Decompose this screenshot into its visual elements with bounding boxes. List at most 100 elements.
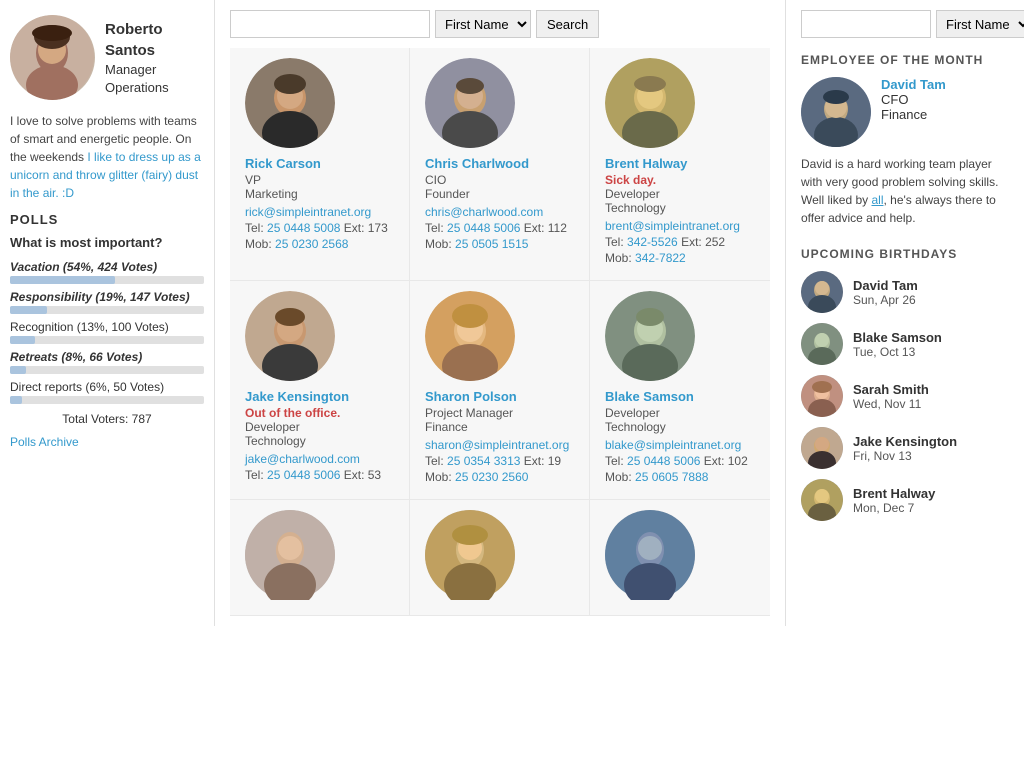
emp-photo: [245, 58, 335, 148]
right-search-bar: First Name Search: [801, 10, 1009, 38]
polls-archive-link[interactable]: Polls Archive: [10, 435, 79, 449]
emp-dept-sharon: Finance: [425, 420, 574, 434]
birthdays-title: UPCOMING BIRTHDAYS: [801, 247, 1009, 261]
profile-bio: I love to solve problems with teams of s…: [10, 112, 204, 202]
employee-card-jake-kensington: Jake Kensington Out of the office. Devel…: [230, 281, 410, 500]
poll-item: Recognition (13%, 100 Votes): [10, 320, 204, 344]
employee-card-sharon-polson: Sharon Polson Project Manager Finance sh…: [410, 281, 590, 500]
bio-link[interactable]: I like to dress up as a unicorn and thro…: [10, 150, 201, 200]
right-search-input[interactable]: [801, 10, 931, 38]
poll-bar-direct-reports: [10, 396, 22, 404]
birthday-name: Sarah Smith: [853, 382, 929, 397]
emp-dept-jake: Technology: [245, 434, 394, 448]
emp-title-jake: Developer: [245, 420, 394, 434]
emp-status-brent: Sick day.: [605, 173, 755, 187]
eom-card: David Tam CFO Finance: [801, 77, 1009, 147]
eom-title: EMPLOYEE OF THE MONTH: [801, 53, 1009, 67]
emp-tel-blake: Tel: 25 0448 5006 Ext: 102: [605, 454, 755, 468]
emp-name-brent[interactable]: Brent Halway: [605, 156, 755, 171]
employee-card-brent-halway: Brent Halway Sick day. Developer Technol…: [590, 48, 770, 281]
emp-email-brent[interactable]: brent@simpleintranet.org: [605, 219, 755, 233]
emp-photo: [605, 58, 695, 148]
emp-mob-chris: Mob: 25 0505 1515: [425, 237, 574, 251]
emp-title-chris: CIO: [425, 173, 574, 187]
emp-mob-rick: Mob: 25 0230 2568: [245, 237, 394, 251]
birthday-date: Sun, Apr 26: [853, 293, 918, 307]
poll-item: Direct reports (6%, 50 Votes): [10, 380, 204, 404]
emp-name-sharon[interactable]: Sharon Polson: [425, 389, 574, 404]
birthday-item-brent: Brent Halway Mon, Dec 7: [801, 479, 1009, 521]
eom-bio-link[interactable]: all: [871, 193, 883, 207]
search-select[interactable]: First Name: [435, 10, 531, 38]
eom-info: David Tam CFO Finance: [881, 77, 946, 147]
birthday-name: David Tam: [853, 278, 918, 293]
emp-photo-placeholder: [245, 510, 335, 600]
eom-bio: David is a hard working team player with…: [801, 155, 1009, 227]
emp-photo: [425, 58, 515, 148]
poll-bar-responsibility: [10, 306, 47, 314]
search-bar: First Name Search: [230, 10, 770, 38]
emp-dept-rick: Marketing: [245, 187, 394, 201]
emp-email-rick[interactable]: rick@simpleintranet.org: [245, 205, 394, 219]
emp-title-brent: Developer: [605, 187, 755, 201]
emp-name-blake[interactable]: Blake Samson: [605, 389, 755, 404]
right-search-select[interactable]: First Name: [936, 10, 1024, 38]
birthday-date: Tue, Oct 13: [853, 345, 942, 359]
emp-email-sharon[interactable]: sharon@simpleintranet.org: [425, 438, 574, 452]
emp-name-jake[interactable]: Jake Kensington: [245, 389, 394, 404]
emp-dept-chris: Founder: [425, 187, 574, 201]
emp-name-rick[interactable]: Rick Carson: [245, 156, 394, 171]
search-button[interactable]: Search: [536, 10, 599, 38]
poll-item: Responsibility (19%, 147 Votes): [10, 290, 204, 314]
profile-info: Roberto Santos Manager Operations: [105, 15, 204, 97]
emp-tel-jake: Tel: 25 0448 5006 Ext: 53: [245, 468, 394, 482]
emp-photo: [425, 291, 515, 381]
emp-email-blake[interactable]: blake@simpleintranet.org: [605, 438, 755, 452]
birthday-item-sarah: Sarah Smith Wed, Nov 11: [801, 375, 1009, 417]
poll-item: Vacation (54%, 424 Votes): [10, 260, 204, 284]
poll-question: What is most important?: [10, 235, 204, 250]
profile-title: Manager: [105, 61, 204, 79]
employee-card-row3-3: [590, 500, 770, 616]
right-panel: First Name Search EMPLOYEE OF THE MONTH …: [785, 0, 1024, 626]
main-content: First Name Search Rick Carson VP Marketi…: [215, 0, 785, 626]
emp-tel-chris: Tel: 25 0448 5006 Ext: 112: [425, 221, 574, 235]
birthday-item-blake: Blake Samson Tue, Oct 13: [801, 323, 1009, 365]
polls-title: POLLS: [10, 212, 204, 227]
poll-bar-vacation: [10, 276, 115, 284]
polls-section: POLLS What is most important? Vacation (…: [10, 212, 204, 449]
birthday-date: Wed, Nov 11: [853, 397, 929, 411]
birthdays-section: UPCOMING BIRTHDAYS David Tam Sun, Apr 26…: [801, 247, 1009, 521]
emp-name-chris[interactable]: Chris Charlwood: [425, 156, 574, 171]
employee-card-blake-samson: Blake Samson Developer Technology blake@…: [590, 281, 770, 500]
poll-item: Retreats (8%, 66 Votes): [10, 350, 204, 374]
emp-title-sharon: Project Manager: [425, 406, 574, 420]
birthday-date: Fri, Nov 13: [853, 449, 957, 463]
employee-card-row3-2: [410, 500, 590, 616]
eom-name: David Tam: [881, 77, 946, 92]
employee-card-chris-charlwood: Chris Charlwood CIO Founder chris@charlw…: [410, 48, 590, 281]
emp-tel-rick: Tel: 25 0448 5008 Ext: 173: [245, 221, 394, 235]
poll-bar-recognition: [10, 336, 35, 344]
birthday-date: Mon, Dec 7: [853, 501, 935, 515]
eom-role: CFO: [881, 92, 946, 107]
birthday-name: Jake Kensington: [853, 434, 957, 449]
employee-card-rick-carson: Rick Carson VP Marketing rick@simpleintr…: [230, 48, 410, 281]
sidebar: Roberto Santos Manager Operations I love…: [0, 0, 215, 626]
emp-email-chris[interactable]: chris@charlwood.com: [425, 205, 574, 219]
birthday-name: Brent Halway: [853, 486, 935, 501]
emp-mob-sharon: Mob: 25 0230 2560: [425, 470, 574, 484]
emp-email-jake[interactable]: jake@charlwood.com: [245, 452, 394, 466]
emp-tel-brent: Tel: 342-5526 Ext: 252: [605, 235, 755, 249]
emp-mob-brent: Mob: 342-7822: [605, 251, 755, 265]
profile-section: Roberto Santos Manager Operations: [10, 15, 204, 100]
employee-card-row3-1: [230, 500, 410, 616]
profile-name: Roberto Santos: [105, 19, 204, 61]
emp-title-rick: VP: [245, 173, 394, 187]
emp-photo: [605, 291, 695, 381]
search-input[interactable]: [230, 10, 430, 38]
avatar: [10, 15, 95, 100]
emp-status-jake: Out of the office.: [245, 406, 394, 420]
eom-dept: Finance: [881, 107, 946, 122]
emp-mob-blake: Mob: 25 0605 7888: [605, 470, 755, 484]
